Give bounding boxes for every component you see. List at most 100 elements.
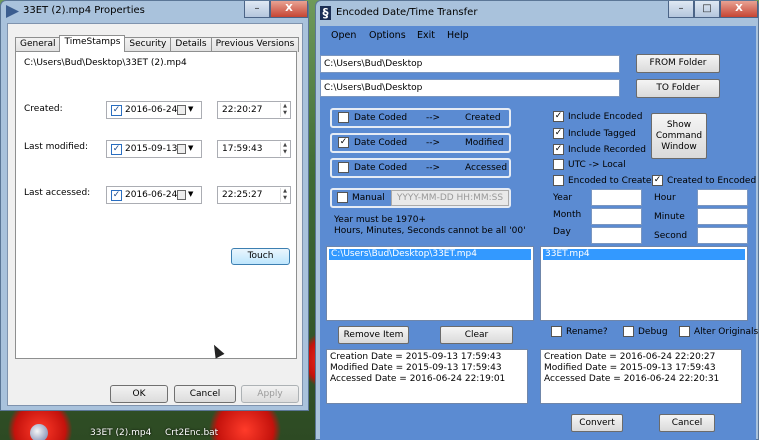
list-item[interactable]: C:\Users\Bud\Desktop\33ET.mp4	[329, 249, 531, 260]
debug-label: Debug	[638, 327, 668, 337]
include-recorded-label: Include Recorded	[568, 145, 646, 155]
minimize-button[interactable]: –	[668, 1, 694, 18]
convert-button[interactable]: Convert	[571, 414, 623, 432]
second-input[interactable]	[697, 227, 748, 244]
memo-line: Creation Date = 2015-09-13 17:59:43	[330, 352, 502, 362]
include-tagged-checkbox[interactable]: ✓	[553, 128, 564, 139]
accessed-label: Last accessed:	[24, 188, 91, 198]
created-time-field[interactable]: 22:20:27 ▲ ▼	[217, 101, 291, 119]
menu-open[interactable]: Open	[331, 30, 356, 41]
mapping-modified-checkbox[interactable]: ✓	[338, 137, 349, 148]
utc-local-label: UTC -> Local	[568, 160, 626, 170]
transfer-title-bar[interactable]: § Encoded Date/Time Transfer – □ X	[316, 1, 759, 25]
mapping-source: Date Coded	[354, 138, 408, 148]
calendar-icon[interactable]	[177, 190, 186, 200]
cancel-button[interactable]: Cancel	[659, 414, 715, 432]
tab-general[interactable]: General	[15, 37, 61, 52]
calendar-icon[interactable]	[177, 105, 186, 115]
from-folder-button[interactable]: FROM Folder	[636, 54, 720, 73]
month-input[interactable]	[591, 208, 642, 225]
tab-timestamps[interactable]: TimeStamps	[59, 35, 126, 52]
properties-title-bar[interactable]: 33ET (2).mp4 Properties – X	[1, 1, 308, 23]
spin-updown-icon[interactable]: ▲ ▼	[280, 103, 289, 117]
mapping-target: Modified	[465, 138, 504, 148]
modified-time-field[interactable]: 17:59:43 ▲ ▼	[217, 140, 291, 158]
hour-input[interactable]	[697, 189, 748, 206]
spin-updown-icon[interactable]: ▲ ▼	[280, 188, 289, 202]
close-button[interactable]: X	[270, 1, 308, 18]
source-dates-memo[interactable]: Creation Date = 2015-09-13 17:59:43 Modi…	[326, 349, 528, 404]
minute-input[interactable]	[697, 208, 748, 225]
chevron-down-icon[interactable]: ▼	[188, 190, 193, 198]
encoded-to-created-checkbox[interactable]	[553, 175, 564, 186]
modified-enable-checkbox[interactable]: ✓	[111, 144, 122, 155]
chevron-down-icon[interactable]: ▼	[188, 105, 193, 113]
apply-button[interactable]: Apply	[241, 385, 299, 403]
transfer-window: § Encoded Date/Time Transfer – □ X Open …	[315, 0, 759, 440]
created-to-encoded-label: Created to Encoded	[667, 176, 757, 186]
month-label: Month	[553, 210, 582, 220]
menu-exit[interactable]: Exit	[417, 30, 435, 41]
mapping-created-checkbox[interactable]	[338, 112, 349, 123]
mapping-source: Date Coded	[354, 163, 408, 173]
created-enable-checkbox[interactable]: ✓	[111, 105, 122, 116]
target-dates-memo[interactable]: Creation Date = 2016-06-24 22:20:27 Modi…	[540, 349, 742, 404]
note-time: Hours, Minutes, Seconds cannot be all '0…	[334, 226, 526, 236]
start-orb-icon[interactable]	[30, 424, 48, 440]
from-path-input[interactable]: C:\Users\Bud\Desktop	[320, 55, 620, 73]
year-input[interactable]	[591, 189, 642, 206]
properties-window: 33ET (2).mp4 Properties – X General Time…	[0, 0, 309, 411]
touch-button[interactable]: Touch	[231, 248, 290, 265]
created-to-encoded-checkbox[interactable]: ✓	[652, 175, 663, 186]
menu-help[interactable]: Help	[447, 30, 469, 41]
to-folder-button[interactable]: TO Folder	[636, 79, 720, 98]
minimize-button[interactable]: –	[244, 1, 270, 18]
spin-updown-icon[interactable]: ▲ ▼	[280, 142, 289, 156]
source-file-list[interactable]: C:\Users\Bud\Desktop\33ET.mp4	[326, 246, 534, 321]
day-input[interactable]	[591, 227, 642, 244]
accessed-enable-checkbox[interactable]: ✓	[111, 190, 122, 201]
menu-bar: Open Options Exit Help	[320, 26, 756, 45]
calendar-icon[interactable]	[177, 144, 186, 154]
created-date-value: 2016-06-24	[125, 105, 178, 115]
ok-button[interactable]: OK	[110, 385, 168, 403]
manual-datetime-input[interactable]: YYYY-MM-DD HH:MM:SS	[391, 190, 509, 206]
encoded-to-created-label: Encoded to Created	[568, 176, 658, 186]
remove-item-button[interactable]: Remove Item	[338, 326, 409, 344]
modified-date-value: 2015-09-13	[125, 144, 178, 154]
tab-security[interactable]: Security	[124, 37, 172, 52]
created-date-picker[interactable]: ✓ 2016-06-24 ▼	[106, 101, 202, 119]
mapping-arrow: -->	[426, 163, 441, 173]
desktop-icon-label[interactable]: 33ET (2).mp4	[90, 428, 151, 438]
transfer-title: Encoded Date/Time Transfer	[336, 7, 478, 18]
rename-checkbox[interactable]	[551, 326, 562, 337]
mapping-accessed-checkbox[interactable]	[338, 162, 349, 173]
modified-date-picker[interactable]: ✓ 2015-09-13 ▼	[106, 140, 202, 158]
to-path-input[interactable]: C:\Users\Bud\Desktop	[320, 79, 620, 97]
properties-tabs: General TimeStamps Security Details Prev…	[15, 35, 300, 52]
include-encoded-checkbox[interactable]: ✓	[553, 111, 564, 122]
clear-button[interactable]: Clear	[440, 326, 513, 344]
list-item[interactable]: 33ET.mp4	[543, 249, 745, 260]
transfer-client: Open Options Exit Help C:\Users\Bud\Desk…	[320, 26, 758, 440]
accessed-time-field[interactable]: 22:25:27 ▲ ▼	[217, 186, 291, 204]
alter-originals-checkbox[interactable]	[679, 326, 690, 337]
cancel-button[interactable]: Cancel	[174, 385, 236, 403]
tab-previous-versions[interactable]: Previous Versions	[210, 37, 300, 52]
desktop-icon-label[interactable]: Crt2Enc.bat	[165, 428, 218, 438]
manual-group: Manual YYYY-MM-DD HH:MM:SS	[330, 188, 511, 208]
menu-options[interactable]: Options	[369, 30, 406, 41]
utc-local-checkbox[interactable]	[553, 159, 564, 170]
debug-checkbox[interactable]	[623, 326, 634, 337]
timestamps-page: C:\Users\Bud\Desktop\33ET (2).mp4 Create…	[15, 51, 297, 359]
mapping-arrow: -->	[426, 138, 441, 148]
close-button[interactable]: X	[720, 1, 758, 18]
chevron-down-icon[interactable]: ▼	[188, 144, 193, 152]
tab-details[interactable]: Details	[170, 37, 212, 52]
target-file-list[interactable]: 33ET.mp4	[540, 246, 748, 321]
show-command-window-button[interactable]: Show Command Window	[651, 113, 707, 159]
include-recorded-checkbox[interactable]: ✓	[553, 144, 564, 155]
accessed-date-picker[interactable]: ✓ 2016-06-24 ▼	[106, 186, 202, 204]
maximize-button[interactable]: □	[694, 1, 720, 18]
manual-checkbox[interactable]	[337, 192, 348, 203]
